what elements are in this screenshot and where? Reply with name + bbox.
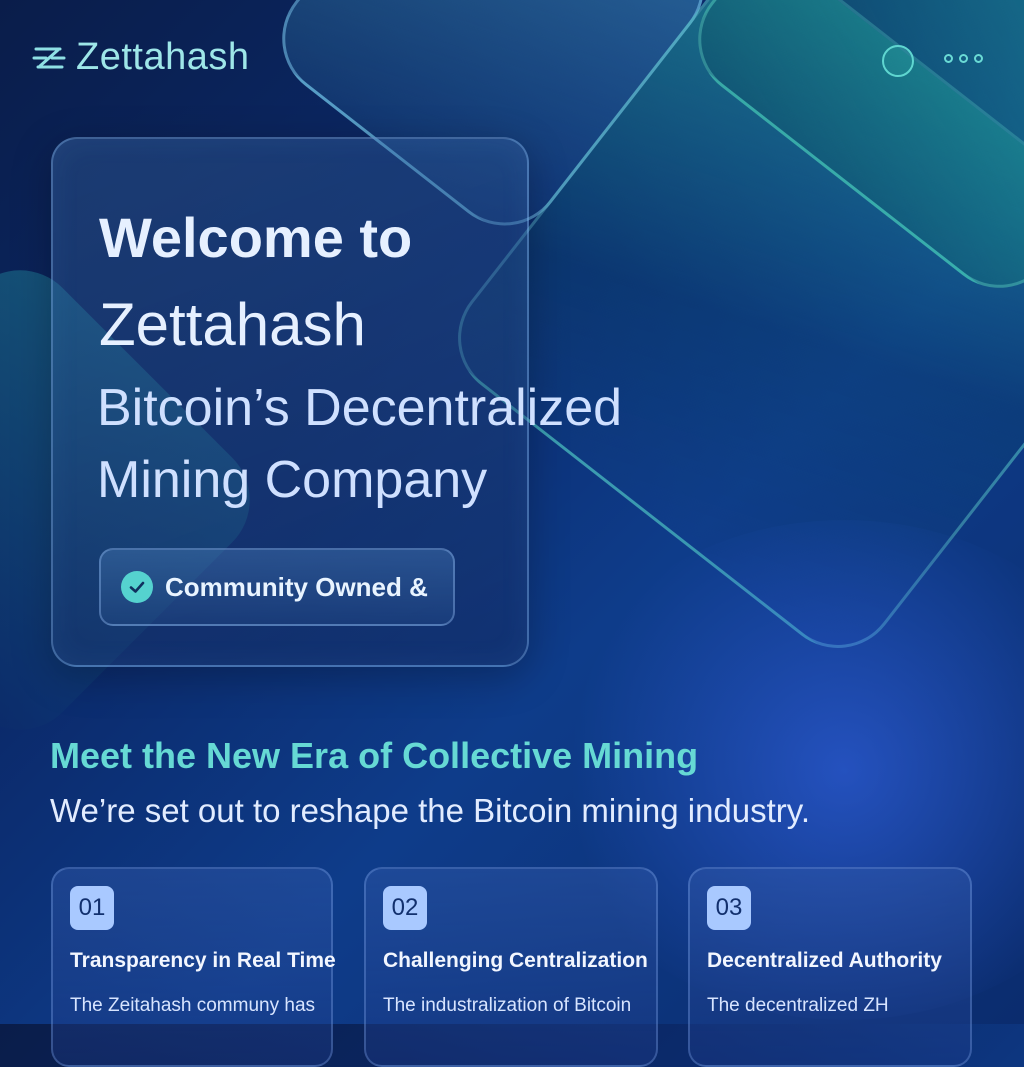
feature-text: The industralization of Bitcoin xyxy=(383,995,632,1016)
header: Zettahash xyxy=(0,0,1024,120)
zettahash-logo-icon xyxy=(32,47,66,68)
feature-card[interactable]: 01 Transparency in Real Time The Zeitaha… xyxy=(51,867,336,1067)
feature-title: Transparency in Real Time xyxy=(70,949,336,972)
check-circle-icon xyxy=(121,571,153,603)
section-subtitle: We’re set out to reshape the Bitcoin min… xyxy=(50,792,810,829)
hero-subtitle: Bitcoin’s Decentralized xyxy=(97,379,623,437)
hero-title: Welcome to xyxy=(99,206,413,269)
badge-label: Community Owned & xyxy=(165,571,428,602)
brand-logo[interactable]: Zettahash xyxy=(32,36,250,79)
more-dot xyxy=(944,54,953,63)
feature-number: 02 xyxy=(383,886,427,930)
feature-text: The Zeitahash communy has xyxy=(70,995,316,1016)
feature-text: The decentralized ZH xyxy=(707,995,889,1016)
more-dot xyxy=(959,54,968,63)
circle-icon[interactable] xyxy=(882,45,914,77)
community-owned-badge[interactable]: Community Owned & xyxy=(99,548,455,626)
feature-title: Challenging Centralization xyxy=(383,949,648,972)
feature-title: Decentralized Authority xyxy=(707,949,942,972)
hero-subtitle: Mining Company xyxy=(97,451,488,509)
feature-card[interactable]: 03 Decentralized Authority The decentral… xyxy=(688,867,972,1067)
more-icon[interactable] xyxy=(944,54,983,63)
brand-name: Zettahash xyxy=(76,36,250,78)
section-title: Meet the New Era of Collective Mining xyxy=(50,735,699,776)
feature-card[interactable]: 02 Challenging Centralization The indust… xyxy=(364,867,658,1067)
more-dot xyxy=(974,54,983,63)
feature-number: 01 xyxy=(70,886,114,930)
feature-number: 03 xyxy=(707,886,751,930)
hero-title-brand: Zettahash xyxy=(99,291,366,358)
